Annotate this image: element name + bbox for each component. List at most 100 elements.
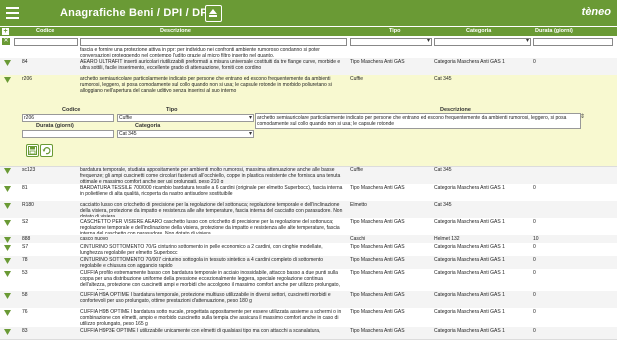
row-expand-icon[interactable] [4, 186, 11, 192]
row-categoria: Cat 345 [434, 76, 452, 82]
row-expand-icon[interactable] [4, 77, 11, 83]
row-durata: 0 [533, 244, 536, 250]
filter-tipo[interactable] [350, 37, 432, 46]
row-descrizione: AEARO ULTRAFIT inserti auricolari riutil… [80, 59, 341, 72]
row-descrizione: CINTURINO SOTTOMENTO 70/G cinturino sott… [80, 244, 323, 255]
page-title: Anagrafiche Beni / DPI / DPI [60, 7, 212, 19]
save-button[interactable] [26, 144, 39, 157]
row-codice: 84 [22, 59, 28, 65]
row-codice: 83 [22, 328, 28, 334]
row-codice: sc123 [22, 167, 36, 173]
textarea-scroll-icon[interactable]: ⇕ [580, 113, 585, 120]
row-descrizione: archetto semiauricolare particolarmente … [80, 76, 332, 95]
row-categoria: Categoria Maschera Anti GAS 1 [434, 244, 505, 250]
row-descrizione: CUFFIA H9P3E OPTIME I utilizzabile unica… [80, 328, 321, 334]
filter-categoria[interactable] [434, 37, 531, 46]
row-expand-icon[interactable] [4, 258, 11, 264]
row-descrizione: CUFFIA H9B OPTIME I bardatura sotto nuca… [80, 309, 342, 326]
row-categoria: Categoria Maschera Anti GAS 1 [434, 257, 505, 263]
row-expand-icon[interactable] [4, 293, 11, 299]
table-row[interactable]: 53 CUFFIA profilo estremamente basso con … [0, 269, 617, 292]
codice-label: Codice [62, 107, 81, 113]
row-durata: 10 [533, 236, 539, 242]
row-descrizione: casco nuovo [80, 236, 109, 242]
clear-filter-button[interactable]: ✕ [2, 38, 10, 45]
row-categoria: Cat 345 [434, 202, 452, 208]
row-expand-icon[interactable] [4, 220, 11, 226]
tipo-select[interactable]: Cuffie [117, 114, 254, 122]
row-tipo: Cuffie [350, 76, 363, 82]
row-tipo: Caschi [350, 236, 366, 242]
row-expand-icon[interactable] [4, 329, 11, 335]
row-categoria: Helmet 132 [434, 236, 460, 242]
edit-panel: Codice Tipo Descrizione r206 Cuffie arch… [0, 104, 617, 167]
row-codice: R180 [22, 202, 34, 208]
row-expand-icon[interactable] [4, 60, 11, 66]
categoria-label: Categoria [135, 123, 161, 129]
table-row[interactable]: 76 CUFFIA H9B OPTIME I bardatura sotto nu… [0, 308, 617, 328]
filter-descrizione[interactable] [80, 38, 347, 46]
row-durata: 0 [533, 185, 536, 191]
row-codice: 53 [22, 270, 28, 276]
row-tipo: Elmetto [350, 202, 367, 208]
row-expand-icon[interactable] [4, 271, 11, 277]
view-toggle-button[interactable] [205, 5, 222, 22]
col-categoria[interactable]: Categoria [466, 28, 491, 34]
undo-button[interactable] [40, 144, 53, 157]
row-categoria: Categoria Maschera Anti GAS 1 [434, 328, 505, 334]
tipo-label: Tipo [166, 107, 178, 113]
table-row[interactable]: 83 CUFFIA H9P3E OPTIME I utilizzabile uni… [0, 327, 617, 340]
row-descrizione: fascia e fornire una protezione attiva i… [80, 47, 320, 57]
row-tipo: Tipo Maschera Anti GAS [350, 244, 405, 250]
filter-durata[interactable] [533, 38, 613, 46]
table-row[interactable]: 78 CINTURINO SOTTOMENTO 70/007 cinturino … [0, 256, 617, 270]
row-durata: 0 [533, 309, 536, 315]
table-row[interactable]: 58 CUFFIA H9A OPTIME I bardatura temporal… [0, 291, 617, 309]
descrizione-textarea[interactable]: archetto semiauricolare particolarmente … [255, 113, 581, 129]
row-tipo: Tipo Maschera Anti GAS [350, 328, 405, 334]
row-categoria: Categoria Maschera Anti GAS 1 [434, 59, 505, 65]
row-codice [22, 47, 72, 57]
col-tipo[interactable]: Tipo [389, 28, 401, 34]
table-header: + Codice Descrizione Tipo Categoria Dura… [0, 27, 617, 36]
row-expand-icon[interactable] [4, 310, 11, 316]
table-row[interactable]: 81 BARDATURA TESSILE 700/000 ricambio bar… [0, 184, 617, 202]
row-categoria: Categoria Maschera Anti GAS 1 [434, 292, 505, 298]
codice-input[interactable]: r206 [22, 114, 114, 122]
row-expand-icon[interactable] [4, 203, 11, 209]
row-codice: 78 [22, 257, 28, 263]
row-descrizione: CUFFIA H9A OPTIME I bardatura temporale,… [80, 292, 331, 305]
row-categoria: Cat 345 [434, 167, 452, 173]
table-row[interactable]: sc123 bardatura temporale, studiata appos… [0, 166, 617, 185]
row-expand-icon[interactable] [4, 168, 11, 174]
row-categoria [434, 47, 529, 57]
row-expand-icon[interactable] [4, 245, 11, 251]
row-categoria: Categoria Maschera Anti GAS 1 [434, 309, 505, 315]
table-row[interactable]: r206 archetto semiauricolare particolarme… [0, 75, 617, 105]
row-durata: 0 [533, 219, 536, 225]
table-row[interactable]: 84 AEARO ULTRAFIT inserti auricolari riut… [0, 58, 617, 76]
row-descrizione: CINTURINO SOTTOMENTO 70/007 cinturino so… [80, 257, 323, 268]
filter-row: ✕ [0, 37, 617, 46]
add-button[interactable]: + [2, 28, 9, 35]
row-durata: 0 [533, 292, 536, 298]
table-row[interactable]: R180 cacciatto lusso con cricchetto di pr… [0, 201, 617, 219]
row-tipo: Tipo Maschera Anti GAS [350, 59, 405, 65]
row-durata [533, 76, 603, 103]
row-durata: 0 [533, 59, 536, 65]
table-row[interactable]: S2 CASCHETTO PER VISIERE AEARO caschetto … [0, 218, 617, 236]
durata-input[interactable] [22, 130, 114, 138]
row-durata [533, 202, 603, 217]
row-tipo: Tipo Maschera Anti GAS [350, 309, 405, 315]
col-codice[interactable]: Codice [36, 28, 54, 34]
categoria-select[interactable]: Cat 345 [117, 130, 254, 138]
menu-icon[interactable] [6, 7, 19, 19]
row-tipo: Tipo Maschera Anti GAS [350, 219, 405, 225]
row-durata [533, 47, 603, 57]
filter-codice[interactable] [14, 38, 78, 46]
row-codice: S7 [22, 244, 29, 250]
col-descrizione[interactable]: Descrizione [160, 28, 191, 34]
row-descrizione: bardatura temporale, studiata appositame… [80, 167, 341, 183]
col-durata[interactable]: Durata (giorni) [535, 28, 573, 34]
table-row[interactable]: S7 CINTURINO SOTTOMENTO 70/G cinturino so… [0, 243, 617, 257]
